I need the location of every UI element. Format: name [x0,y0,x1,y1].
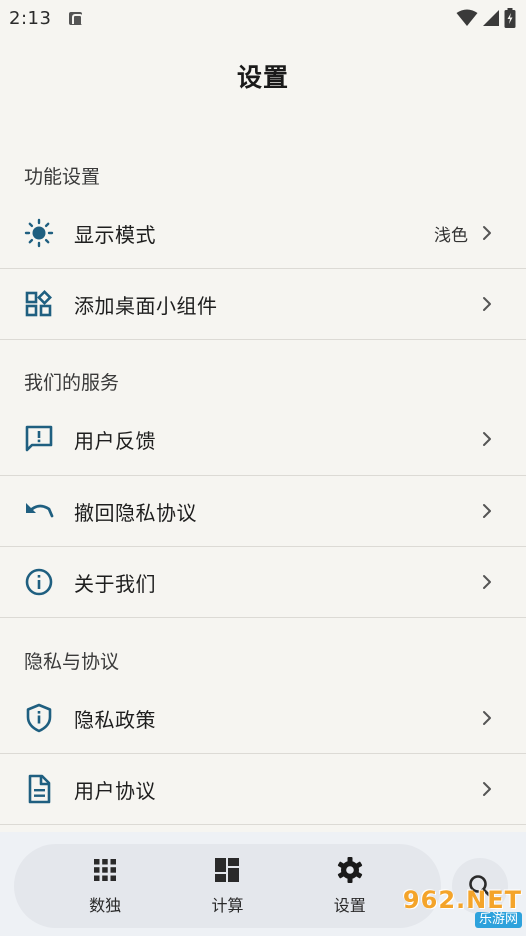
section-header-services: 我们的服务 [24,372,120,394]
widgets-icon [24,289,54,319]
brightness-icon [24,218,54,248]
user-agreement-row[interactable]: 用户协议 [0,754,526,824]
divider [0,339,526,340]
display-mode-value: 浅色 [434,225,468,246]
wifi-icon [456,9,478,26]
info-icon [24,567,54,597]
nav-item-sudoku[interactable]: 数独 [65,856,145,916]
chevron-right-icon [483,297,491,311]
nav-label-settings: 设置 [333,896,366,915]
divider [0,824,526,825]
gear-icon [337,857,362,883]
feedback-label: 用户反馈 [74,428,156,453]
undo-icon [24,496,54,526]
page-title: 设置 [236,63,289,92]
add-widget-row[interactable]: 添加桌面小组件 [0,269,526,339]
notification-icon [69,11,84,25]
add-widget-label: 添加桌面小组件 [74,293,218,318]
chevron-right-icon [483,711,491,725]
chevron-right-icon [483,575,491,589]
chevron-right-icon [483,226,491,240]
watermark-logo: 962.NET 乐游网 [388,884,522,932]
watermark-sub: 乐游网 [474,912,522,928]
document-icon [24,774,54,804]
nav-label-calculate: 计算 [211,896,244,915]
nav-item-calculate[interactable]: 计算 [187,856,267,916]
section-header-features: 功能设置 [24,166,101,188]
chevron-right-icon [483,504,491,518]
display-mode-label: 显示模式 [74,222,156,247]
user-agreement-label: 用户协议 [74,778,156,803]
shield-icon [24,703,54,733]
revoke-privacy-label: 撤回隐私协议 [74,500,197,525]
feedback-icon [24,424,54,454]
nav-label-sudoku: 数独 [89,896,122,915]
divider [0,617,526,618]
watermark-brand: 962.NET [402,886,522,914]
revoke-privacy-row[interactable]: 撤回隐私协议 [0,476,526,546]
settings-screen: 2:13 设置 功能设置 显示模式 浅色 添加桌面小组件 我们的服务 用户反馈 … [0,0,526,936]
section-header-privacy: 隐私与协议 [24,651,120,673]
about-us-label: 关于我们 [74,571,156,596]
privacy-policy-label: 隐私政策 [74,707,156,732]
privacy-policy-row[interactable]: 隐私政策 [0,683,526,753]
dashboard-icon [215,858,240,882]
grid-icon [94,859,117,881]
status-time: 2:13 [9,7,52,29]
chevron-right-icon [483,432,491,446]
status-icons [456,8,516,28]
chevron-right-icon [483,782,491,796]
bottom-nav: 数独 计算 设置 [14,844,441,928]
display-mode-row[interactable]: 显示模式 浅色 [0,198,526,268]
signal-icon [483,10,499,26]
status-bar: 2:13 [0,0,526,36]
about-us-row[interactable]: 关于我们 [0,547,526,617]
battery-icon [504,8,516,28]
nav-item-settings[interactable]: 设置 [310,856,390,916]
feedback-row[interactable]: 用户反馈 [0,404,526,474]
